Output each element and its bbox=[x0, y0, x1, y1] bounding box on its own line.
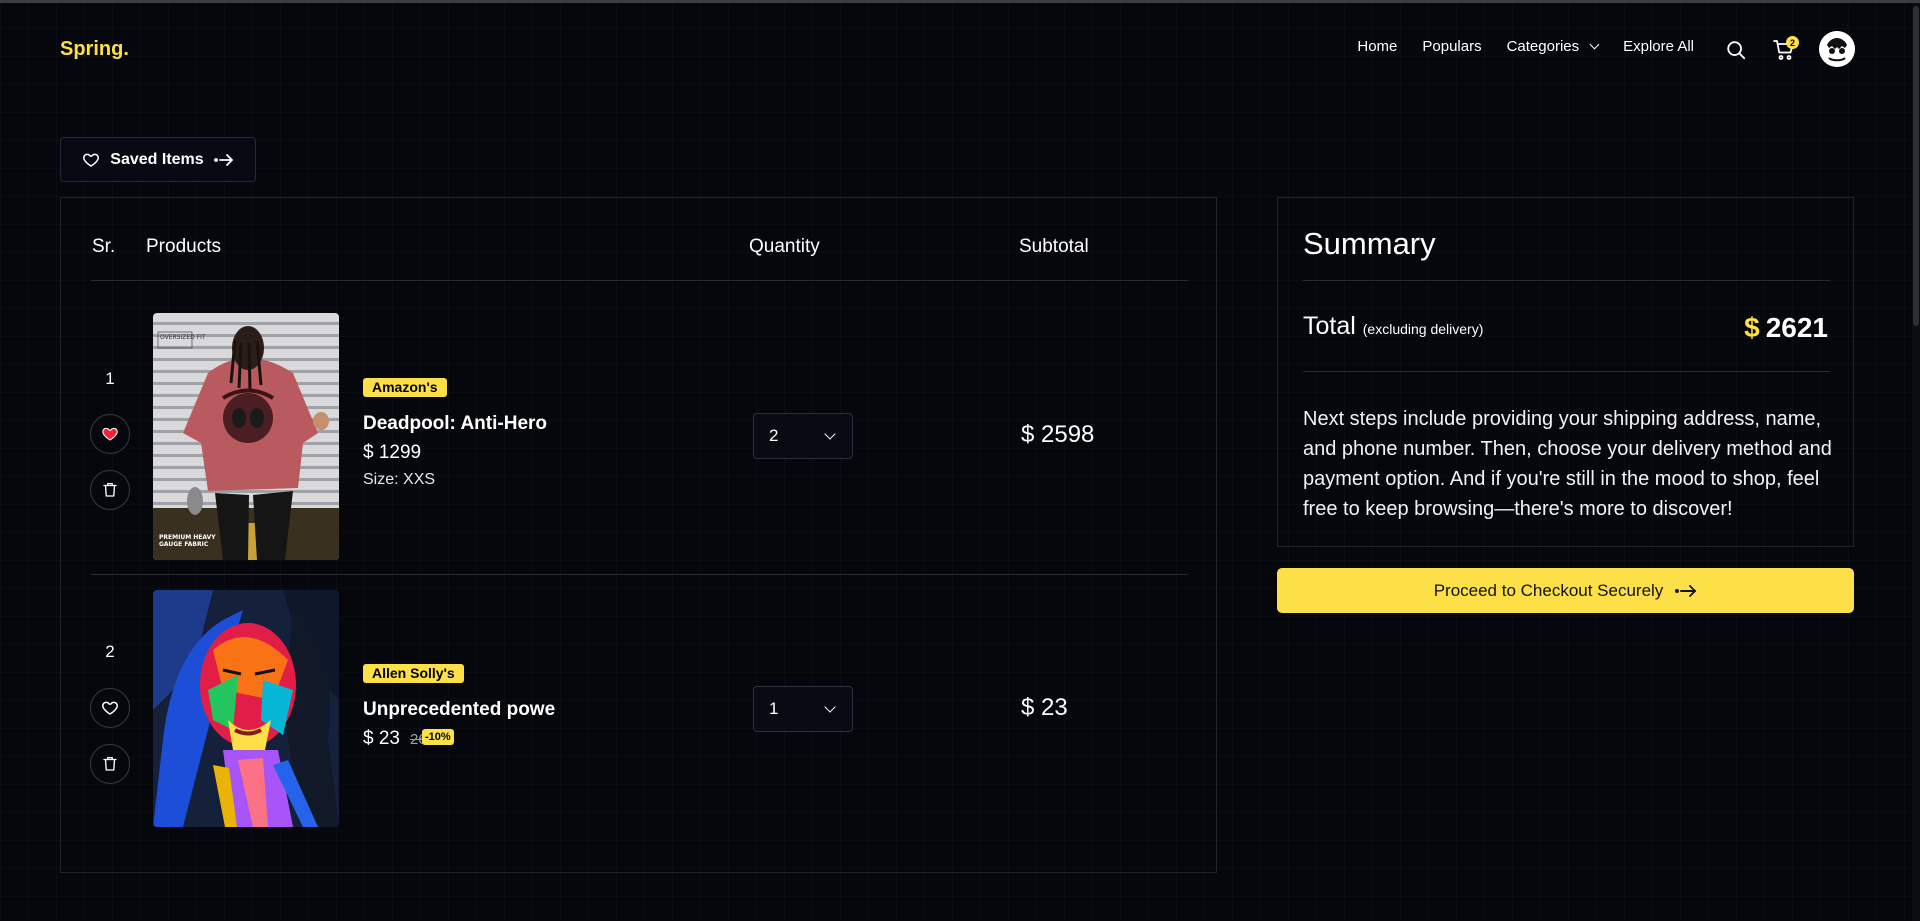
trash-icon bbox=[103, 756, 117, 771]
like-button[interactable] bbox=[90, 688, 130, 728]
quantity-value: 2 bbox=[769, 426, 779, 445]
summary-divider bbox=[1303, 280, 1830, 281]
heart-outline-icon bbox=[83, 153, 100, 167]
total-value: $2621 bbox=[1744, 312, 1828, 344]
column-products: Products bbox=[146, 236, 221, 257]
summary-title: Summary bbox=[1303, 226, 1436, 261]
product-name[interactable]: Unprecedented powe bbox=[363, 699, 555, 721]
quantity-select[interactable]: 2 bbox=[753, 413, 853, 459]
product-photo-colorful-face bbox=[153, 590, 339, 827]
total-note: (excluding delivery) bbox=[1362, 321, 1484, 337]
saved-items-label: Saved Items bbox=[110, 150, 204, 168]
scrollbar-thumb[interactable] bbox=[1913, 6, 1919, 326]
nav-categories-label: Categories bbox=[1506, 38, 1580, 55]
chevron-down-icon bbox=[1589, 39, 1600, 50]
main-nav: Home Populars Categories Explore All bbox=[1357, 38, 1694, 55]
nav-populars[interactable]: Populars bbox=[1422, 38, 1481, 55]
total-label-text: Total bbox=[1303, 312, 1356, 340]
column-subtotal: Subtotal bbox=[1019, 236, 1089, 257]
discount-badge: -10% bbox=[422, 729, 454, 745]
user-avatar-icon bbox=[1819, 31, 1855, 67]
total-label: Total (excluding delivery) bbox=[1303, 312, 1483, 341]
cart-count-badge: 2 bbox=[1786, 36, 1799, 49]
heart-filled-icon bbox=[102, 427, 118, 441]
nav-populars-label: Populars bbox=[1422, 38, 1482, 55]
svg-text:GAUGE FABRIC: GAUGE FABRIC bbox=[159, 541, 209, 548]
nav-categories[interactable]: Categories bbox=[1506, 38, 1600, 55]
column-quantity: Quantity bbox=[749, 236, 820, 257]
chevron-down-icon bbox=[824, 700, 836, 713]
product-photo-deadpool-tshirt: OVERSIZED FIT PREMIUM HEAVY GAUGE FABRIC bbox=[153, 313, 339, 560]
search-button[interactable] bbox=[1722, 36, 1750, 64]
checkout-button[interactable]: Proceed to Checkout Securely bbox=[1277, 568, 1854, 613]
row-divider bbox=[91, 574, 1188, 575]
product-image[interactable] bbox=[153, 590, 339, 827]
chevron-down-icon bbox=[824, 427, 836, 440]
row-2-sr: 2 bbox=[105, 642, 115, 661]
cart-button[interactable]: 2 bbox=[1770, 36, 1799, 64]
row-1-sr: 1 bbox=[105, 369, 115, 388]
total-currency: $ bbox=[1744, 312, 1760, 343]
svg-text:PREMIUM HEAVY: PREMIUM HEAVY bbox=[159, 534, 216, 541]
delete-button[interactable] bbox=[90, 470, 130, 510]
checkout-label: Proceed to Checkout Securely bbox=[1433, 580, 1664, 600]
row-subtotal: $ 23 bbox=[1021, 694, 1068, 721]
nav-explore-all-label: Explore All bbox=[1623, 38, 1694, 55]
product-brand-badge: Amazon's bbox=[363, 378, 447, 397]
summary-description: Next steps include providing your shippi… bbox=[1303, 408, 1832, 520]
product-size: Size: XXS bbox=[363, 471, 436, 488]
product-price: $ 23 bbox=[363, 728, 400, 749]
image-text-top: OVERSIZED FIT bbox=[160, 334, 206, 341]
saved-items-button[interactable]: Saved Items bbox=[60, 137, 256, 182]
trash-icon bbox=[103, 482, 117, 497]
delete-button[interactable] bbox=[90, 744, 130, 784]
product-name[interactable]: Deadpool: Anti-Hero bbox=[363, 413, 547, 435]
nav-home-label: Home bbox=[1357, 38, 1398, 55]
column-sr: Sr. bbox=[92, 236, 116, 257]
product-image[interactable]: OVERSIZED FIT PREMIUM HEAVY GAUGE FABRIC bbox=[153, 313, 339, 560]
quantity-value: 1 bbox=[769, 699, 779, 718]
order-summary: Summary Total (excluding delivery) $2621… bbox=[1277, 197, 1854, 547]
nav-home[interactable]: Home bbox=[1357, 38, 1397, 55]
avatar[interactable] bbox=[1819, 31, 1855, 67]
cart-table: Sr. Products Quantity Subtotal 1 OVERSIZ… bbox=[60, 197, 1217, 873]
nav-explore-all[interactable]: Explore All bbox=[1623, 38, 1694, 55]
heart-outline-icon bbox=[102, 701, 118, 715]
summary-divider bbox=[1303, 371, 1830, 372]
arrow-right-icon bbox=[213, 153, 233, 166]
brand-logo[interactable]: Spring. bbox=[60, 38, 129, 61]
arrow-right-icon bbox=[1675, 584, 1697, 597]
like-button[interactable] bbox=[90, 414, 130, 454]
product-price: $ 1299 bbox=[363, 442, 422, 463]
window-top-border bbox=[0, 0, 1920, 3]
cart-table-header: Sr. Products Quantity Subtotal bbox=[91, 236, 1188, 281]
total-amount: 2621 bbox=[1765, 312, 1828, 343]
product-brand-badge: Allen Solly's bbox=[363, 664, 464, 683]
quantity-select[interactable]: 1 bbox=[753, 686, 853, 732]
search-icon bbox=[1727, 41, 1746, 60]
row-subtotal: $ 2598 bbox=[1021, 421, 1095, 448]
